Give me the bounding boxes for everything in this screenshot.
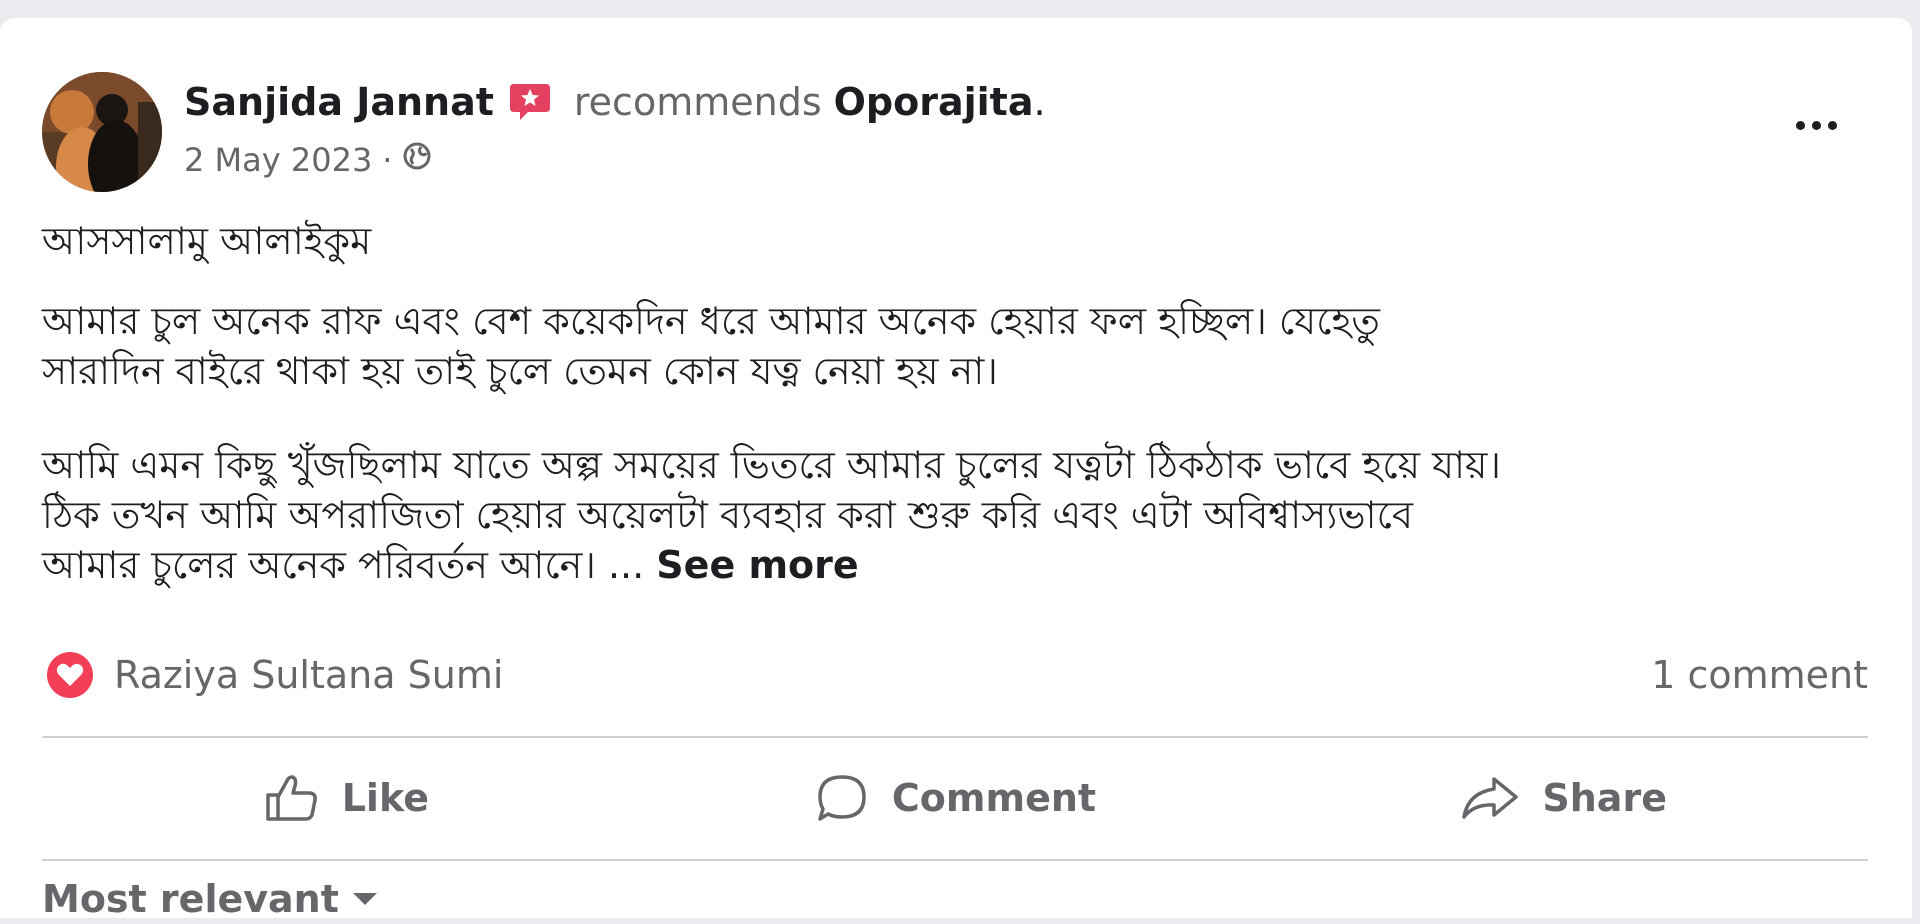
post-paragraph: আসসালামু আলাইকুম [42, 219, 372, 263]
comment-label: Comment [891, 776, 1097, 820]
avatar[interactable] [42, 72, 162, 192]
reactor-name: Raziya Sultana Sumi [114, 653, 504, 697]
divider [42, 736, 1868, 738]
post-card: Sanjida Jannat recommends Oporajita. 2 M… [0, 18, 1912, 921]
globe-icon[interactable] [402, 141, 432, 179]
like-button[interactable]: Like [42, 756, 651, 840]
sort-label: Most relevant [42, 877, 339, 921]
comment-icon [818, 775, 866, 821]
top-fan-badge-icon [508, 82, 552, 122]
see-more-link[interactable]: See more [656, 543, 858, 587]
comment-count[interactable]: 1 comment [1651, 650, 1868, 700]
action-bar: Like Comment Share [42, 756, 1868, 840]
like-icon [265, 775, 317, 821]
recommends-text: recommends [573, 80, 822, 124]
like-label: Like [341, 776, 429, 820]
post-date[interactable]: 2 May 2023 [184, 141, 372, 179]
share-label: Share [1542, 776, 1667, 820]
post-paragraph: আমি এমন কিছু খুঁজছিলাম যাতে অল্প সময়ের … [42, 443, 1501, 487]
more-dot-icon [1827, 120, 1837, 130]
page-name-link[interactable]: Oporajita [834, 80, 1034, 124]
love-reaction-icon [47, 652, 93, 698]
period: . [1033, 80, 1046, 124]
more-options-button[interactable] [1786, 110, 1846, 140]
post-paragraph-text: আমার চুলের অনেক পরিবর্তন আনে। ... [42, 543, 645, 587]
caret-down-icon [352, 893, 377, 905]
divider [42, 859, 1868, 861]
post-meta: 2 May 2023 · [184, 140, 432, 180]
reactions-summary[interactable]: Raziya Sultana Sumi [46, 650, 503, 700]
post-header: Sanjida Jannat recommends Oporajita. [184, 80, 1046, 124]
post-paragraph: সারাদিন বাইরে থাকা হয় তাই চুলে তেমন কোন… [42, 349, 998, 393]
post-paragraph-last: আমার চুলের অনেক পরিবর্তন আনে। ... See mo… [42, 540, 1501, 590]
more-dot-icon [1811, 120, 1821, 130]
share-icon [1462, 777, 1519, 819]
comment-button[interactable]: Comment [651, 756, 1260, 840]
separator-dot: · [382, 141, 393, 179]
author-name[interactable]: Sanjida Jannat [184, 80, 494, 124]
more-dot-icon [1795, 120, 1805, 130]
share-button[interactable]: Share [1259, 756, 1868, 840]
comment-sort-dropdown[interactable]: Most relevant [42, 874, 377, 924]
post-paragraph: আমার চুল অনেক রাফ এবং বেশ কয়েকদিন ধরে আ… [42, 299, 1380, 343]
post-paragraph: ঠিক তখন আমি অপরাজিতা হেয়ার অয়েলটা ব্যব… [42, 493, 1413, 537]
